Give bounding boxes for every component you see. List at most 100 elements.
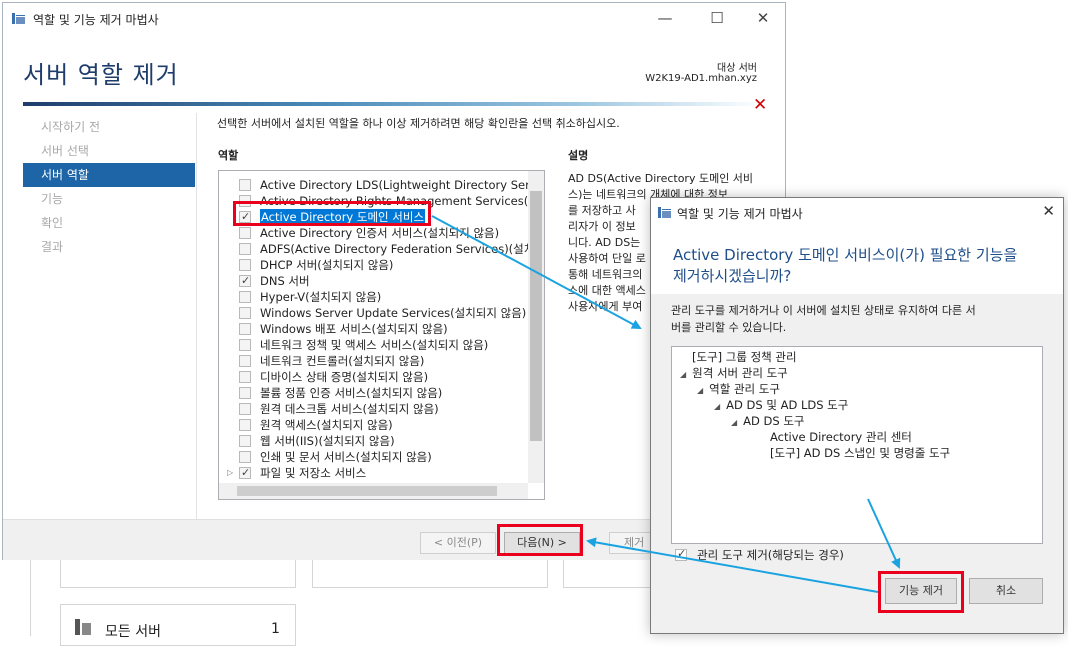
- tree-item-label: Active Directory 관리 센터: [770, 430, 912, 444]
- role-checkbox[interactable]: [239, 387, 251, 399]
- page-title: 서버 역할 제거: [23, 61, 179, 89]
- all-servers-tile[interactable]: 모든 서버 1: [60, 604, 296, 646]
- role-checkbox[interactable]: [239, 355, 251, 367]
- features-tree[interactable]: [도구] 그룹 정책 관리 ◢ 원격 서버 관리 도구 ◢ 역할 관리 도구 ◢ AD DS…: [671, 346, 1043, 544]
- scroll-thumb[interactable]: [237, 486, 497, 496]
- role-checkbox[interactable]: [239, 435, 251, 447]
- tree-item-label: AD DS 및 AD LDS 도구: [726, 398, 849, 412]
- role-checkbox[interactable]: [239, 371, 251, 383]
- wizard-nav: 시작하기 전 서버 선택 서버 역할 기능 확인 결과: [23, 115, 195, 259]
- description-header: 설명: [568, 149, 589, 162]
- dialog-heading-line: Active Directory 도메인 서비스이(가) 필요한 기능을: [673, 246, 1018, 264]
- roles-horizontal-scrollbar[interactable]: [219, 483, 528, 499]
- minimize-icon[interactable]: —: [643, 5, 687, 31]
- wizard-title: 역할 및 기능 제거 마법사: [33, 13, 159, 27]
- role-checkbox[interactable]: [239, 227, 251, 239]
- dialog-description-line: 버를 관리할 수 있습니다.: [671, 321, 787, 334]
- server-manager-icon: [12, 11, 26, 25]
- remove-tools-checkbox[interactable]: [675, 547, 687, 561]
- collapse-icon[interactable]: ◢: [680, 370, 686, 379]
- dialog-description-line: 관리 도구를 제거하거나 이 서버에 설치된 상태로 유지하여 다른 서: [671, 304, 976, 317]
- role-checkbox[interactable]: [239, 273, 251, 289]
- dialog-heading-line: 제거하시겠습니까?: [673, 267, 792, 285]
- dialog-title: 역할 및 기능 제거 마법사: [677, 207, 803, 221]
- role-label: Windows 배포 서비스(설치되지 않음): [260, 322, 448, 336]
- role-label: 네트워크 정책 및 액세스 서비스(설치되지 않음): [260, 338, 489, 352]
- error-x-icon[interactable]: ✕: [753, 95, 767, 115]
- wizard-titlebar: 역할 및 기능 제거 마법사 — ☐ ✕: [3, 3, 785, 33]
- dialog-body: 관리 도구를 제거하거나 이 서버에 설치된 상태로 유지하여 다른 서 버를 …: [651, 294, 1063, 633]
- role-checkbox[interactable]: [239, 451, 251, 463]
- nav-server-roles[interactable]: 서버 역할: [23, 163, 195, 187]
- tree-item-label: 역할 관리 도구: [709, 382, 780, 396]
- tree-item-label: [도구] 그룹 정책 관리: [692, 350, 797, 364]
- tree-item[interactable]: ◢ AD DS 및 AD LDS 도구: [714, 397, 848, 413]
- role-checkbox[interactable]: [239, 291, 251, 303]
- role-label: 네트워크 컨트롤러(설치되지 않음): [260, 354, 425, 368]
- tree-item[interactable]: ◢ 역할 관리 도구: [697, 381, 780, 397]
- all-servers-label: 모든 서버: [105, 624, 161, 640]
- required-features-dialog: 역할 및 기능 제거 마법사 ✕ Active Directory 도메인 서비…: [650, 197, 1064, 634]
- target-server-label: 대상 서버: [717, 63, 757, 74]
- role-checkbox[interactable]: [239, 259, 251, 271]
- collapse-icon[interactable]: ◢: [731, 418, 737, 427]
- roles-header: 역할: [218, 149, 239, 162]
- role-label: Active Directory LDS(Lightweight Directo…: [260, 178, 545, 192]
- cancel-button[interactable]: 취소: [969, 578, 1043, 604]
- roles-vertical-scrollbar[interactable]: [528, 171, 544, 483]
- tree-item-label: 원격 서버 관리 도구: [692, 366, 788, 380]
- role-checkbox[interactable]: [239, 339, 251, 351]
- role-checkbox[interactable]: [239, 419, 251, 431]
- nav-results[interactable]: 결과: [23, 235, 195, 259]
- role-label: Windows Server Update Services(설치되지 않음): [260, 306, 527, 320]
- role-label: 원격 데스크톱 서비스(설치되지 않음): [260, 402, 439, 416]
- server-manager-icon: [658, 205, 672, 219]
- dialog-description: 관리 도구를 제거하거나 이 서버에 설치된 상태로 유지하여 다른 서 버를 …: [671, 302, 1041, 336]
- role-label: ADFS(Active Directory Federation Service…: [260, 242, 544, 256]
- role-label: 디바이스 상태 증명(설치되지 않음): [260, 370, 429, 384]
- tree-item[interactable]: [도구] AD DS 스냅인 및 명령줄 도구: [770, 445, 950, 461]
- collapse-icon[interactable]: ◢: [697, 386, 703, 395]
- role-label: DHCP 서버(설치되지 않음): [260, 258, 394, 272]
- role-label: 볼륨 정품 인증 서비스(설치되지 않음): [260, 386, 443, 400]
- all-servers-count: 1: [271, 621, 280, 637]
- tree-item[interactable]: [도구] 그룹 정책 관리: [692, 349, 797, 365]
- close-icon[interactable]: ✕: [741, 5, 785, 31]
- tree-item[interactable]: ◢ AD DS 도구: [731, 413, 805, 429]
- nav-server-selection[interactable]: 서버 선택: [23, 139, 195, 163]
- target-server-name: W2K19-AD1.mhan.xyz: [645, 73, 757, 84]
- close-icon[interactable]: ✕: [1042, 202, 1055, 220]
- role-checkbox[interactable]: [239, 243, 251, 255]
- role-label: Active Directory 인증서 서비스(설치되지 않음): [260, 226, 500, 240]
- role-label: 원격 액세스(설치되지 않음): [260, 418, 393, 432]
- highlight-next-button: [497, 524, 583, 556]
- remove-button[interactable]: 제거: [609, 532, 653, 554]
- role-label: 웹 서버(IIS)(설치되지 않음): [260, 434, 395, 448]
- instruction-text: 선택한 서버에서 설치된 역할을 하나 이상 제거하려면 해당 확인란을 선택 …: [217, 117, 620, 130]
- role-checkbox[interactable]: [239, 403, 251, 415]
- nav-confirmation[interactable]: 확인: [23, 211, 195, 235]
- role-label: 인쇄 및 문서 서비스(설치되지 않음): [260, 450, 432, 464]
- tree-item[interactable]: ◢ 원격 서버 관리 도구: [680, 365, 788, 381]
- tree-item[interactable]: Active Directory 관리 센터: [770, 429, 912, 445]
- role-checkbox[interactable]: [239, 323, 251, 335]
- role-checkbox[interactable]: [239, 307, 251, 319]
- header-accent-bar: [23, 102, 763, 106]
- role-checkbox[interactable]: [239, 465, 251, 481]
- role-label: Hyper-V(설치되지 않음): [260, 290, 382, 304]
- expand-icon[interactable]: ▷: [227, 465, 233, 481]
- previous-button[interactable]: < 이전(P): [420, 532, 496, 554]
- highlight-remove-features: [878, 571, 964, 613]
- description-line: AD DS(Active Directory 도메인 서비: [568, 172, 754, 185]
- role-checkbox[interactable]: [239, 179, 251, 191]
- role-label: 파일 및 저장소 서비스: [260, 466, 367, 480]
- tree-item-label: AD DS 도구: [743, 414, 805, 428]
- highlight-ad-ds-role: [233, 201, 431, 226]
- nav-features[interactable]: 기능: [23, 187, 195, 211]
- collapse-icon[interactable]: ◢: [714, 402, 720, 411]
- nav-before-you-begin[interactable]: 시작하기 전: [23, 115, 195, 139]
- maximize-icon[interactable]: ☐: [695, 5, 739, 31]
- scroll-thumb[interactable]: [530, 191, 542, 441]
- remove-tools-label: 관리 도구 제거(해당되는 경우): [697, 548, 844, 562]
- role-label: DNS 서버: [260, 274, 310, 288]
